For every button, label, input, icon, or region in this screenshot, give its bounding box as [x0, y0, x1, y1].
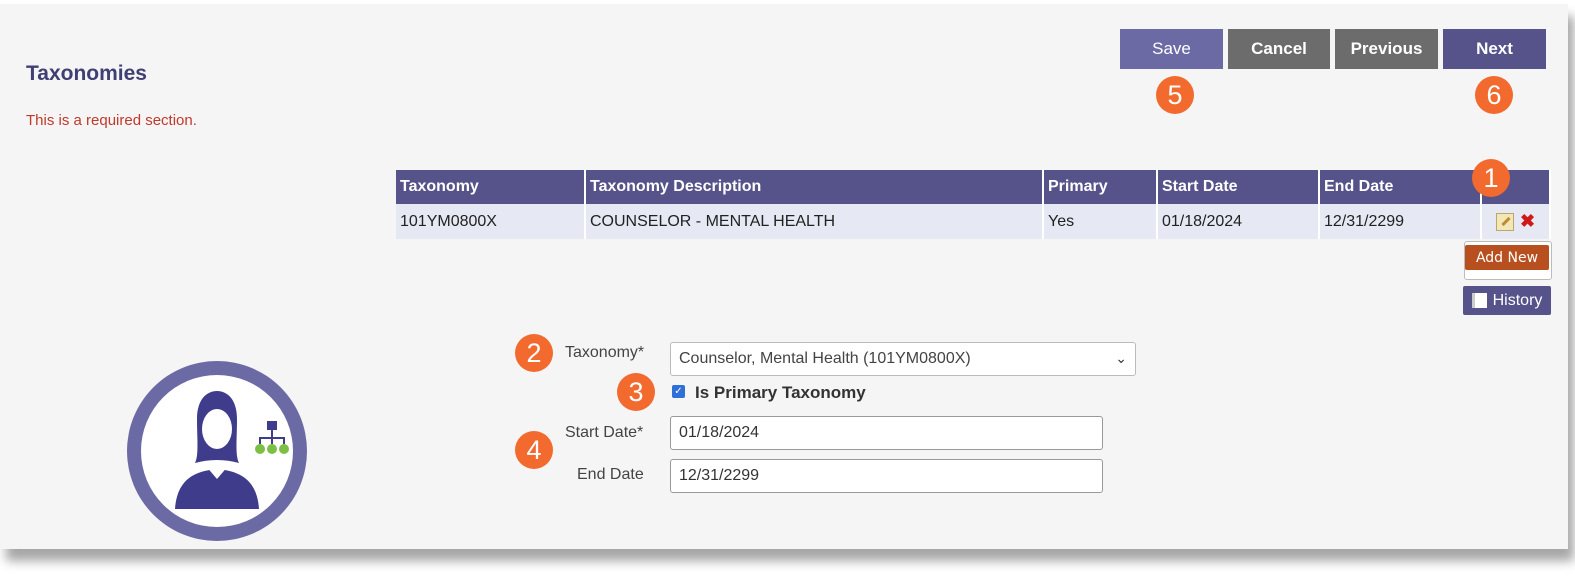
column-header-start-date: Start Date: [1157, 170, 1320, 204]
save-button[interactable]: Save: [1120, 29, 1223, 69]
callout-badge-3: 3: [617, 373, 655, 411]
column-header-end-date: End Date: [1319, 170, 1482, 204]
callout-badge-2: 2: [515, 334, 553, 372]
cell-start-date: 01/18/2024: [1157, 204, 1320, 239]
callout-badge-5: 5: [1156, 76, 1194, 114]
column-header-taxonomy: Taxonomy: [396, 170, 586, 204]
history-label: History: [1492, 291, 1543, 309]
callout-badge-1: 1: [1472, 159, 1510, 197]
cell-description: COUNSELOR - MENTAL HEALTH: [585, 204, 1044, 239]
taxonomy-select-value: Counselor, Mental Health (101YM0800X): [679, 350, 971, 367]
history-button[interactable]: History: [1463, 286, 1551, 315]
table-header-row: Taxonomy Taxonomy Description Primary St…: [396, 170, 1551, 204]
end-date-input[interactable]: 12/31/2299: [670, 459, 1103, 493]
end-date-value: 12/31/2299: [679, 467, 760, 484]
taxonomy-field-label: Taxonomy*: [565, 344, 645, 361]
cell-primary: Yes: [1043, 204, 1158, 239]
cell-end-date: 12/31/2299: [1319, 204, 1482, 239]
start-date-input[interactable]: 01/18/2024: [670, 416, 1103, 450]
primary-taxonomy-checkbox[interactable]: ✓: [672, 385, 685, 398]
primary-taxonomy-label: Is Primary Taxonomy: [695, 383, 866, 402]
callout-badge-4: 4: [515, 431, 553, 469]
taxonomy-select[interactable]: Counselor, Mental Health (101YM0800X) ⌄: [670, 342, 1136, 376]
taxonomies-panel: Taxonomies This is a required section. S…: [0, 4, 1568, 549]
edit-icon[interactable]: [1495, 212, 1514, 231]
start-date-value: 01/18/2024: [679, 424, 760, 441]
column-header-description: Taxonomy Description: [585, 170, 1044, 204]
previous-button[interactable]: Previous: [1335, 29, 1438, 69]
chevron-down-icon: ⌄: [1115, 350, 1127, 366]
required-note: This is a required section.: [26, 112, 197, 129]
add-new-button[interactable]: Add New: [1465, 245, 1549, 270]
table-row: 101YM0800X COUNSELOR - MENTAL HEALTH Yes…: [396, 204, 1551, 239]
cell-taxonomy: 101YM0800X: [396, 204, 586, 239]
document-icon: [1471, 293, 1487, 308]
column-header-primary: Primary: [1043, 170, 1158, 204]
cancel-button[interactable]: Cancel: [1228, 29, 1330, 69]
page-title: Taxonomies: [26, 62, 147, 85]
cell-actions: ✖: [1481, 204, 1551, 239]
provider-avatar-icon: [127, 361, 307, 541]
end-date-label: End Date: [577, 466, 644, 483]
next-button[interactable]: Next: [1443, 29, 1546, 69]
delete-icon[interactable]: ✖: [1520, 211, 1535, 232]
start-date-label: Start Date*: [565, 424, 644, 441]
taxonomy-table: Taxonomy Taxonomy Description Primary St…: [396, 170, 1551, 239]
callout-badge-6: 6: [1475, 76, 1513, 114]
